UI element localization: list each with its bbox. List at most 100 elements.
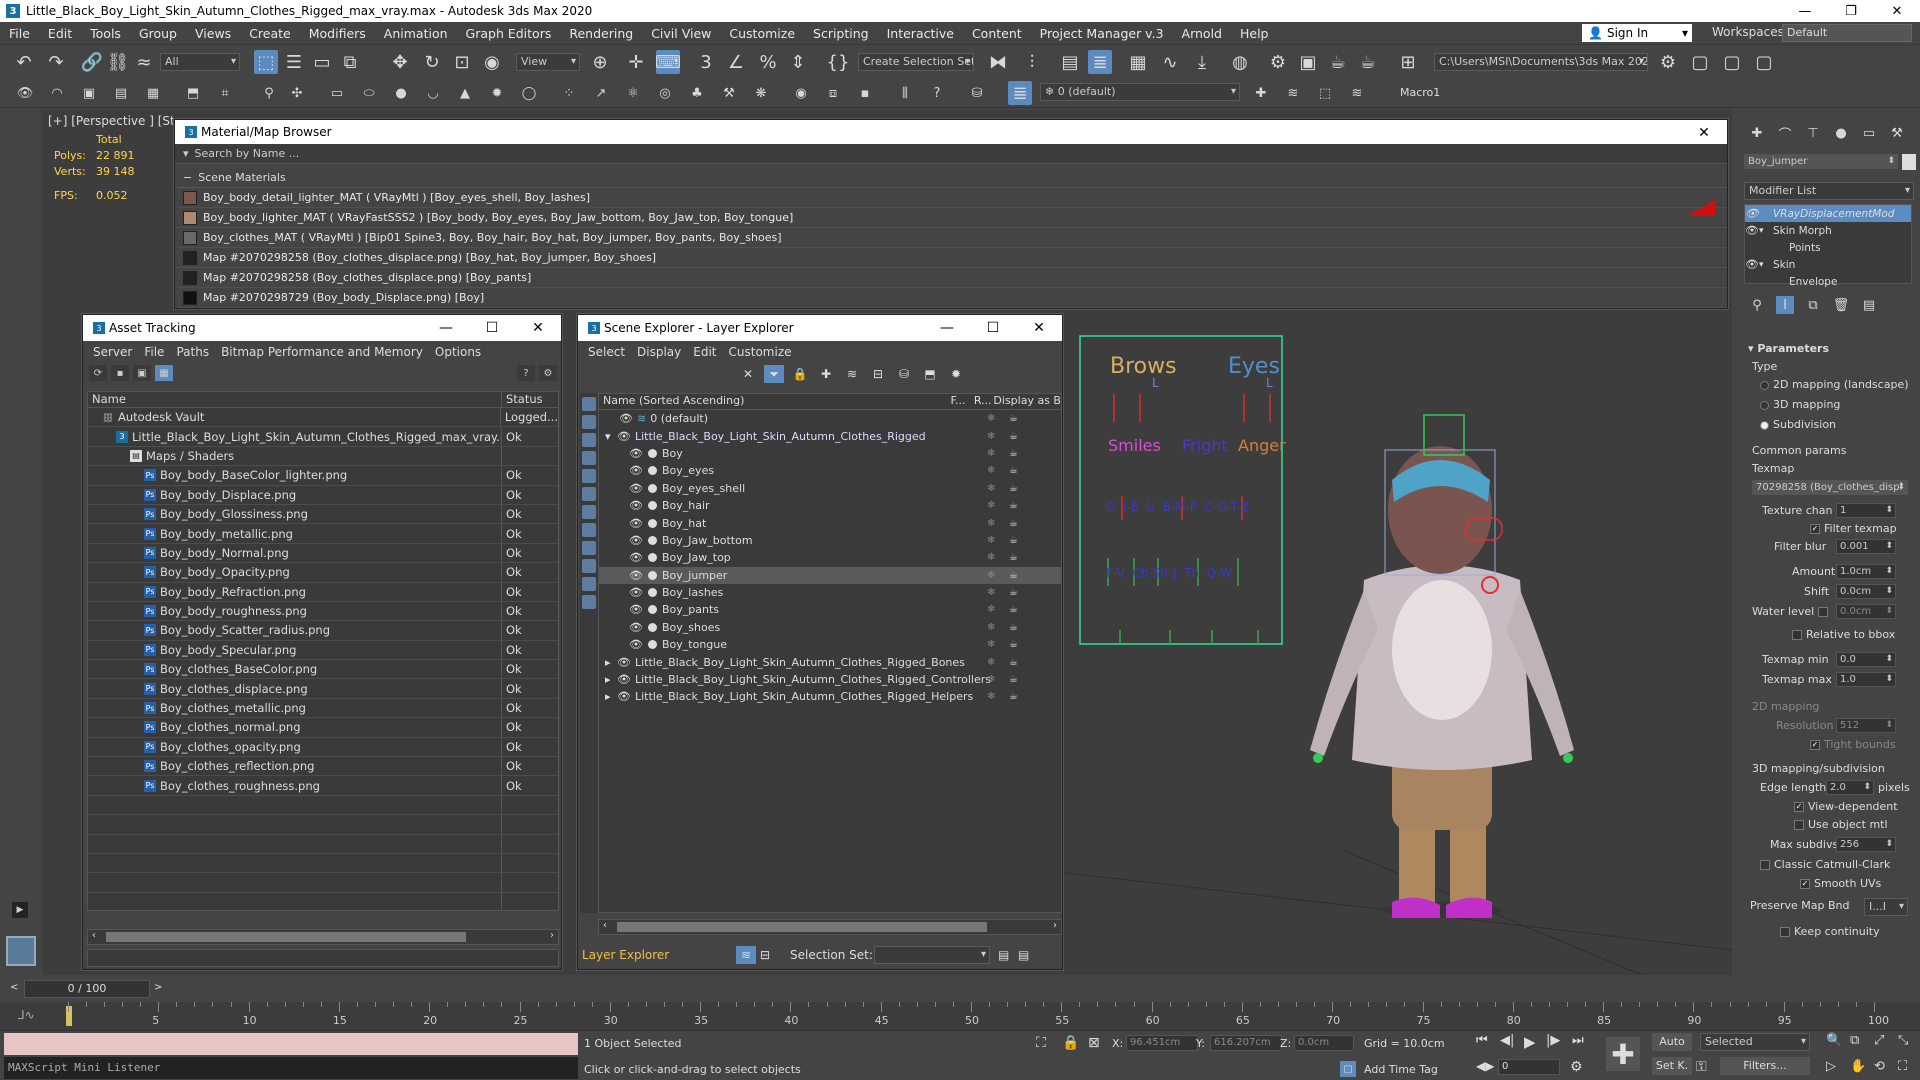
selection-set-dropdown[interactable] <box>874 946 990 964</box>
sphere-icon[interactable]: ● <box>392 84 410 102</box>
freeze-icon[interactable]: ❄ <box>987 465 995 476</box>
menu-file[interactable]: File <box>0 26 39 41</box>
asset-row[interactable]: Ps Boy_clothes_reflection.png Ok <box>88 757 558 777</box>
render-icon[interactable]: ☕ <box>1009 465 1018 476</box>
freeze-icon[interactable]: ❄ <box>987 587 995 598</box>
menu-interactive[interactable]: Interactive <box>878 26 963 41</box>
help-icon[interactable]: ? <box>517 365 535 381</box>
column-status[interactable]: Status <box>502 392 543 407</box>
menu-animation[interactable]: Animation <box>375 26 457 41</box>
eye-icon[interactable]: 👁 <box>629 517 643 530</box>
selection-set-edit-icon[interactable]: ▤ <box>998 948 1018 962</box>
unlink-icon[interactable]: ⛓ <box>106 50 130 74</box>
scene-tree-row[interactable]: 👁 Boy_tongue ❄ ☕ <box>599 636 1061 653</box>
scene-tree-row[interactable]: 👁 Boy_Jaw_top ❄ ☕ <box>599 549 1061 566</box>
filter-bones-icon[interactable] <box>582 541 596 555</box>
rig-icon[interactable]: ⚛ <box>624 84 642 102</box>
filter-shapes-icon[interactable] <box>582 415 596 429</box>
filter-geometry-icon[interactable] <box>582 397 596 411</box>
freeze-icon[interactable]: ❄ <box>987 431 995 442</box>
light-icon[interactable]: ✹ <box>488 84 506 102</box>
eye-icon[interactable]: 👁 <box>617 430 631 443</box>
resolution-spinner[interactable]: 512 <box>1836 718 1896 733</box>
material-row[interactable]: Boy_clothes_MAT ( VRayMtl ) [Bip01 Spine… <box>175 228 1727 248</box>
render-icon[interactable]: ☕ <box>1009 500 1018 511</box>
checkout-icon[interactable]: ▪ <box>111 365 129 381</box>
table-view-icon[interactable]: ▦ <box>155 365 173 381</box>
zoom-all-icon[interactable]: ⧉ <box>1850 1033 1859 1048</box>
motion-tab-icon[interactable]: ● <box>1832 124 1850 142</box>
make-unique-icon[interactable]: ⧉ <box>1804 296 1822 314</box>
asset-row[interactable]: Ps Boy_body_BaseColor_lighter.png Ok <box>88 466 558 486</box>
edge-length-spinner[interactable]: 2.0 <box>1826 780 1874 795</box>
scene-tree-row[interactable]: ▸ 👁 Little_Black_Boy_Light_Skin_Autumn_Clo… <box>599 653 1061 670</box>
x-coordinate-field[interactable]: 96.451cm <box>1126 1035 1198 1051</box>
freeze-icon[interactable]: ❄ <box>987 500 995 511</box>
scroll-right-icon[interactable]: › <box>1053 920 1057 931</box>
asset-row[interactable]: Ps Boy_body_Displace.png Ok <box>88 485 558 505</box>
scroll-left-icon[interactable]: ‹ <box>603 920 607 931</box>
project-path-dropdown[interactable]: C:\Users\MSI\Documents\3ds Max 2020 <box>1434 53 1648 71</box>
set-key-big-icon[interactable]: ✚ <box>1606 1037 1640 1071</box>
eye-icon[interactable]: 👁 <box>629 482 643 495</box>
globe-icon[interactable]: ◎ <box>656 84 674 102</box>
eye-icon[interactable]: 👁 <box>629 499 643 512</box>
asset-row[interactable]: Ps Boy_body_Scatter_radius.png Ok <box>88 621 558 641</box>
asset-row[interactable]: Ps Boy_clothes_displace.png Ok <box>88 679 558 699</box>
freeze-icon[interactable]: ❄ <box>987 413 995 424</box>
material-row[interactable]: Map #2070298729 (Boy_body_Displace.png) … <box>175 288 1727 308</box>
scroll-left-icon[interactable]: ‹ <box>92 930 96 941</box>
edit-named-sets-icon[interactable]: {} <box>826 50 850 74</box>
time-slider[interactable]: < 0 / 100 > <box>0 978 1920 1002</box>
eye-icon[interactable]: 👁 <box>617 690 631 703</box>
freeze-icon[interactable]: ❄ <box>987 604 995 615</box>
box-icon[interactable]: ▭ <box>328 84 346 102</box>
scene-explorer-icon[interactable]: ▤ <box>1058 50 1082 74</box>
render-icon[interactable]: ☕ <box>1009 448 1018 459</box>
render-icon[interactable]: ☕ <box>1009 518 1018 529</box>
rect-selection-icon[interactable]: ▭ <box>310 50 334 74</box>
modifier-list-dropdown[interactable]: Modifier List <box>1744 182 1914 200</box>
scene-tree-row[interactable]: 👁 Boy_eyes_shell ❄ ☕ <box>599 480 1061 497</box>
select-manipulate-icon[interactable]: ✛ <box>624 50 648 74</box>
modifier-stack-item[interactable]: Points <box>1745 239 1911 256</box>
vray-cube-icon[interactable]: ▪ <box>856 84 874 102</box>
filter-helpers-icon[interactable] <box>582 469 596 483</box>
render-icon[interactable]: ☕ <box>1009 691 1018 702</box>
radio-3d-mapping[interactable]: 3D mapping <box>1760 398 1840 411</box>
asset-row[interactable]: Ps Boy_clothes_opacity.png Ok <box>88 737 558 758</box>
maxscript-listener-input[interactable] <box>4 1033 578 1055</box>
menu-customize[interactable]: Customize <box>720 26 804 41</box>
close-button[interactable]: ✕ <box>1874 0 1920 22</box>
redo-icon[interactable]: ↷ <box>44 50 68 74</box>
asset-menu-paths[interactable]: Paths <box>170 345 215 359</box>
add-time-tag-button[interactable]: Add Time Tag <box>1364 1063 1438 1076</box>
settings-icon[interactable]: ⚙ <box>539 365 557 381</box>
render-icon[interactable]: ☕ <box>1009 657 1018 668</box>
selection-set-add-icon[interactable]: ▤ <box>1018 948 1038 962</box>
asset-row[interactable]: ▤ Maps / Shaders <box>88 446 558 467</box>
move-icon[interactable]: ✥ <box>388 50 412 74</box>
menu-rendering[interactable]: Rendering <box>560 26 642 41</box>
current-layer-dropdown[interactable]: ❄ 0 (default) <box>1040 83 1240 101</box>
plant-icon[interactable]: ♣ <box>688 84 706 102</box>
water-level-row[interactable]: Water level <box>1752 605 1832 618</box>
render-icon[interactable]: ☕ <box>1009 674 1018 685</box>
material-row[interactable]: Map #2070298258 (Boy_clothes_displace.pn… <box>175 248 1727 268</box>
minimize-button[interactable]: — <box>1782 0 1828 22</box>
scene-maximize-button[interactable]: ☐ <box>970 315 1016 341</box>
next-key-icon[interactable]: |▶ <box>1546 1033 1560 1048</box>
select-object-icon[interactable]: ⬚ <box>254 50 278 74</box>
render-icon[interactable]: ☕ <box>1326 50 1350 74</box>
expand-icon[interactable]: ▸ <box>605 673 617 686</box>
eye-icon[interactable]: 👁 <box>629 586 643 599</box>
asset-row[interactable]: Ps Boy_body_Glossiness.png Ok <box>88 504 558 525</box>
facial-rig-board[interactable] <box>1079 335 1283 645</box>
selection-filter-dropdown[interactable]: All <box>160 53 240 71</box>
time-tag-icon[interactable]: ▢ <box>1340 1061 1356 1077</box>
scene-tree-row[interactable]: ▸ 👁 Little_Black_Boy_Light_Skin_Autumn_Clo… <box>599 671 1061 688</box>
track-bar[interactable]: ⅃∿ 5 10 15 20 25 30 35 40 45 50 55 60 65 70 75 80 85 90 95… <box>0 1002 1920 1030</box>
maxscript-listener[interactable]: MAXScript Mini Listener <box>4 1057 578 1079</box>
menu-project-manager-v-3[interactable]: Project Manager v.3 <box>1031 26 1173 41</box>
asset-row[interactable]: Ps Boy_body_Refraction.png Ok <box>88 582 558 602</box>
